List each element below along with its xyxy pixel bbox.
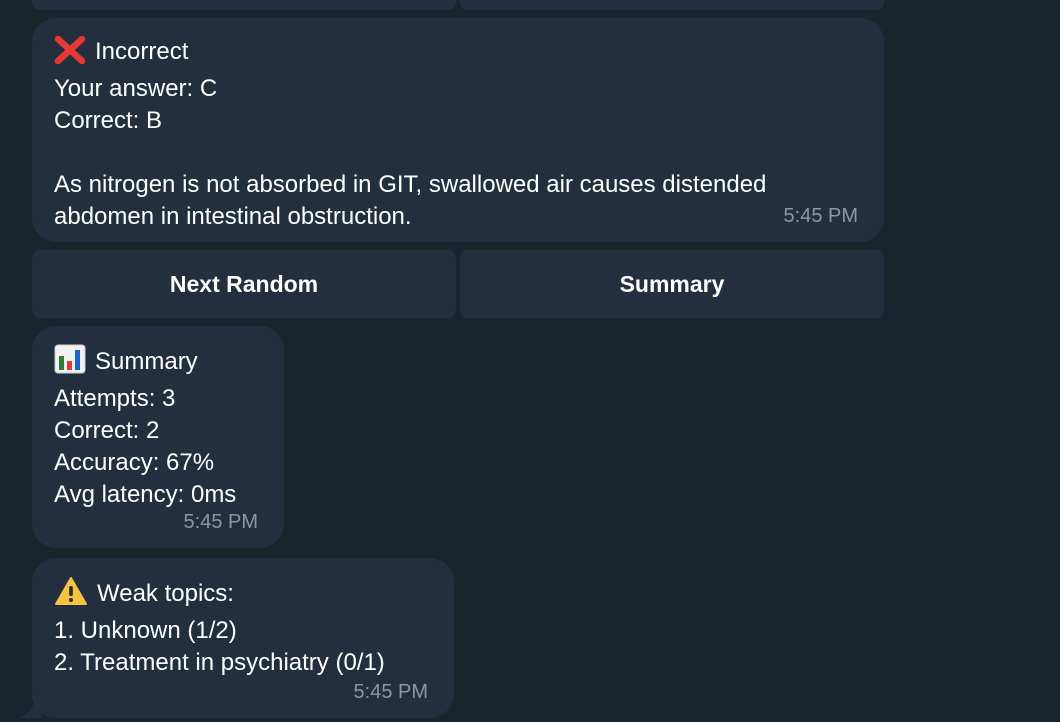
message-timestamp: 5:45 PM (783, 205, 858, 227)
latency-text: Avg latency: 0ms (54, 481, 237, 508)
weak-topics-message-bubble: Weak topics: 1. Unknown (1/2) 2. Treatme… (32, 558, 454, 718)
cross-mark-icon (54, 35, 86, 73)
accuracy-text: Accuracy: 67% (54, 449, 215, 476)
previous-keyboard-button-right[interactable] (460, 0, 884, 10)
summary-title-line: Summary (54, 344, 262, 383)
correct-answer-text: Correct: B (54, 107, 163, 134)
correct-count-text: Correct: 2 (54, 417, 160, 444)
weak-topics-title-line: Weak topics: (54, 576, 432, 615)
explanation-text: As nitrogen is not absorbed in GIT, swal… (54, 171, 767, 230)
summary-title: Summary (95, 348, 198, 375)
message-timestamp: 5:45 PM (183, 511, 258, 533)
weak-topics-title: Weak topics: (97, 580, 234, 607)
weak-topic-item: 2. Treatment in psychiatry (0/1) (54, 649, 385, 676)
warning-icon (54, 576, 88, 615)
result-status-label: Incorrect (95, 38, 189, 65)
your-answer-text: Your answer: C (54, 75, 218, 102)
result-message-bubble: Incorrect Your answer: C Correct: B As n… (32, 18, 884, 242)
summary-message-bubble: Summary Attempts: 3 Correct: 2 Accuracy:… (32, 326, 284, 548)
previous-keyboard-button-left[interactable] (32, 0, 456, 10)
attempts-text: Attempts: 3 (54, 385, 176, 412)
weak-topic-item: 1. Unknown (1/2) (54, 617, 237, 644)
next-random-button[interactable]: Next Random (32, 250, 456, 318)
message-timestamp: 5:45 PM (353, 681, 428, 703)
result-status-line: Incorrect (54, 35, 862, 73)
bar-chart-icon (54, 344, 86, 383)
bubble-tail (20, 690, 42, 718)
summary-button[interactable]: Summary (460, 250, 884, 318)
